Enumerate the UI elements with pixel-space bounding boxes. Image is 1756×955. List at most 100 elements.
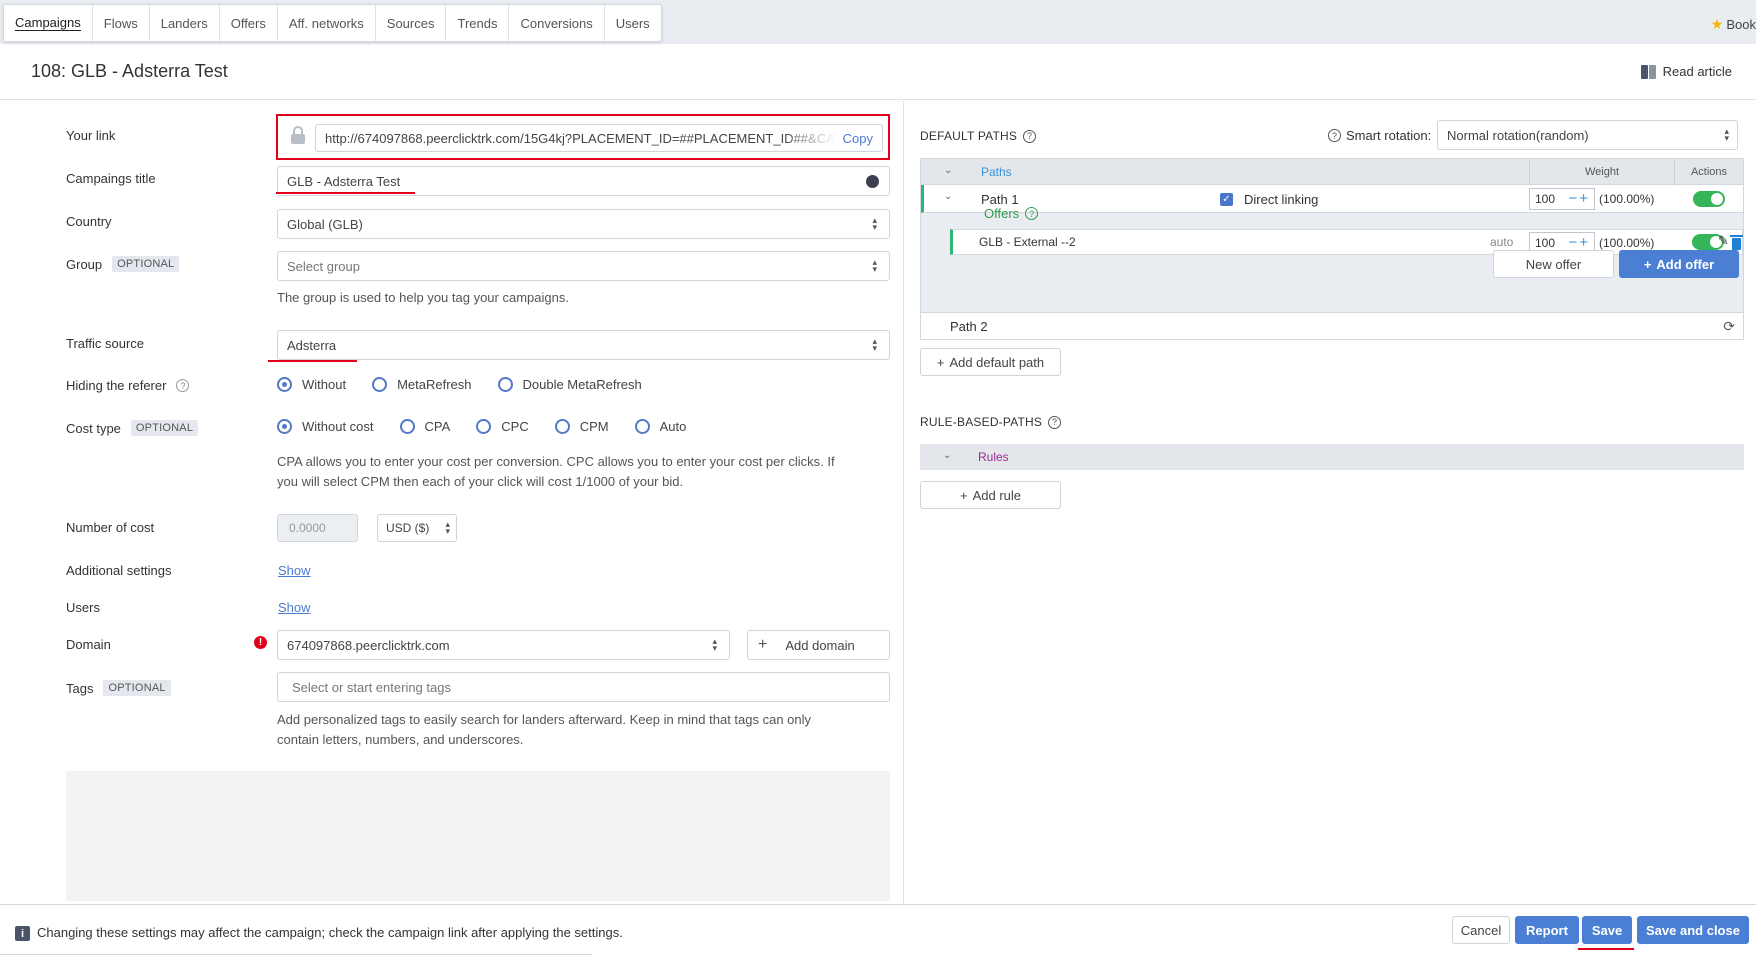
- traffic-source-label: Traffic source: [66, 336, 145, 351]
- plus-icon: +: [758, 636, 768, 653]
- path-active-toggle[interactable]: [1693, 191, 1725, 207]
- tab-campaigns[interactable]: Campaigns: [4, 5, 93, 41]
- tags-hint: Add personalized tags to easily search f…: [277, 712, 812, 747]
- optional-badge: OPTIONAL: [112, 256, 180, 272]
- lock-icon[interactable]: [291, 126, 305, 144]
- radio-without-cost[interactable]: Without cost: [277, 419, 374, 434]
- path-row[interactable]: ⌄ Path 1 ✓ Direct linking 100 −+ (100.00…: [921, 185, 1743, 213]
- chevron-down-icon[interactable]: ⌄: [943, 450, 951, 461]
- referer-radio-group: Without MetaRefresh Double MetaRefresh: [277, 377, 668, 392]
- red-underline: [276, 192, 415, 194]
- refresh-icon[interactable]: ⟳: [1723, 318, 1735, 335]
- tab-sources[interactable]: Sources: [376, 5, 447, 41]
- tab-conversions[interactable]: Conversions: [509, 5, 605, 41]
- weight-stepper-icon[interactable]: −+: [1568, 234, 1590, 251]
- currency-select[interactable]: USD ($) ▴ ▾: [377, 514, 457, 542]
- chevron-down-icon[interactable]: ⌄: [944, 191, 952, 202]
- radio-double-metarefresh[interactable]: Double MetaRefresh: [497, 377, 642, 392]
- add-domain-button[interactable]: + Add domain: [747, 630, 890, 660]
- tab-landers[interactable]: Landers: [150, 5, 220, 41]
- tags-input[interactable]: Select or start entering tags: [277, 672, 890, 702]
- group-select[interactable]: Select group ▴ ▾: [277, 251, 890, 281]
- domain-label: Domain: [66, 637, 111, 652]
- save-button[interactable]: Save: [1582, 916, 1632, 944]
- domain-select[interactable]: 674097868.peerclicktrk.com ▴ ▾: [277, 630, 730, 660]
- top-nav: Campaigns Flows Landers Offers Aff. netw…: [0, 0, 1756, 44]
- help-icon[interactable]: ?: [1328, 129, 1341, 142]
- copy-link-button[interactable]: Copy: [843, 131, 873, 146]
- cost-type-radio-group: Without cost CPA CPC CPM Auto: [277, 419, 712, 434]
- radio-auto[interactable]: Auto: [634, 419, 686, 434]
- hiding-referer-label: Hiding the referer ?: [66, 378, 190, 393]
- users-show-link[interactable]: Show: [278, 600, 311, 615]
- tab-trends[interactable]: Trends: [446, 5, 510, 41]
- radio-cpc[interactable]: CPC: [476, 419, 529, 434]
- help-icon[interactable]: ?: [1023, 129, 1037, 143]
- radio-circle: [372, 377, 388, 392]
- smart-rotation-select[interactable]: Normal rotation(random) ▴ ▾: [1437, 120, 1738, 150]
- radio-circle: [277, 377, 292, 392]
- path-weight-input[interactable]: 100 −+: [1529, 188, 1595, 210]
- bookmark-link[interactable]: ★ Book: [1711, 16, 1756, 33]
- radio-circle: [634, 419, 650, 434]
- tab-users[interactable]: Users: [605, 5, 661, 41]
- cost-type-hint: CPA allows you to enter your cost per co…: [277, 454, 835, 489]
- radio-metarefresh[interactable]: MetaRefresh: [372, 377, 472, 392]
- tab-offers[interactable]: Offers: [220, 5, 278, 41]
- direct-linking-checkbox[interactable]: ✓: [1220, 193, 1233, 206]
- footer-bar: i Changing these settings may affect the…: [0, 904, 1756, 955]
- group-hint: The group is used to help you tag your c…: [277, 290, 569, 305]
- radio-cpa[interactable]: CPA: [399, 419, 450, 434]
- report-button[interactable]: Report: [1515, 916, 1579, 944]
- add-offer-button[interactable]: + Add offer: [1619, 250, 1739, 278]
- offers-label: Offers ?: [984, 206, 1039, 221]
- color-dot-icon[interactable]: [866, 175, 879, 188]
- trash-icon[interactable]: [1730, 235, 1743, 250]
- country-select[interactable]: Global (GLB) ▴ ▾: [277, 209, 890, 239]
- save-and-close-button[interactable]: Save and close: [1637, 916, 1749, 944]
- help-icon[interactable]: ?: [1025, 207, 1039, 220]
- alert-icon: !: [254, 636, 267, 649]
- pencil-icon[interactable]: ✎: [1718, 233, 1729, 249]
- campaign-title-label: Campaings title: [66, 171, 156, 186]
- add-rule-button[interactable]: + Add rule: [920, 481, 1061, 509]
- select-arrows-icon: ▴ ▾: [445, 519, 450, 536]
- main-tabs: Campaigns Flows Landers Offers Aff. netw…: [3, 4, 662, 42]
- tags-label: Tags OPTIONAL: [66, 680, 171, 696]
- default-paths-title: DEFAULT PATHS ?: [920, 129, 1037, 143]
- add-default-path-button[interactable]: + Add default path: [920, 348, 1061, 376]
- star-icon: ★: [1710, 16, 1724, 32]
- new-offer-button[interactable]: New offer: [1493, 250, 1614, 278]
- users-label: Users: [66, 600, 100, 615]
- default-paths-table: ⌄ Paths Weight Actions ⌄ Path 1 ✓ Direct…: [920, 158, 1744, 313]
- smart-rotation-label: ? Smart rotation:: [1328, 128, 1431, 143]
- select-arrows-icon: ▴ ▾: [872, 336, 877, 353]
- actions-column-header: Actions: [1690, 166, 1728, 178]
- help-icon[interactable]: ?: [1048, 415, 1062, 429]
- tab-flows[interactable]: Flows: [93, 5, 150, 41]
- help-icon[interactable]: ?: [176, 379, 190, 392]
- radio-without[interactable]: Without: [277, 377, 346, 392]
- chevron-down-icon[interactable]: ⌄: [944, 165, 952, 176]
- path-row[interactable]: Path 2 ⟳: [920, 313, 1744, 340]
- rules-table-header: ⌄ Rules: [920, 444, 1744, 470]
- optional-badge: OPTIONAL: [130, 420, 199, 436]
- read-article-link[interactable]: Read article: [1640, 64, 1732, 79]
- campaign-link-field[interactable]: http://674097868.peerclicktrk.com/15G4kj…: [315, 124, 883, 152]
- radio-circle: [277, 419, 292, 434]
- radio-cpm[interactable]: CPM: [554, 419, 609, 434]
- weight-stepper-icon[interactable]: −+: [1568, 190, 1590, 207]
- plus-icon: +: [959, 487, 968, 503]
- your-link-box: http://674097868.peerclicktrk.com/15G4kj…: [276, 114, 890, 160]
- rule-based-paths-title: RULE-BASED-PATHS ?: [920, 415, 1062, 429]
- tab-aff-networks[interactable]: Aff. networks: [278, 5, 376, 41]
- radio-circle: [497, 377, 513, 392]
- footer-warning: Changing these settings may affect the c…: [37, 925, 623, 940]
- plus-icon: +: [1643, 256, 1652, 272]
- number-of-cost-input[interactable]: 0.0000: [277, 514, 358, 542]
- cancel-button[interactable]: Cancel: [1452, 916, 1510, 944]
- traffic-source-select[interactable]: Adsterra ▴ ▾: [277, 330, 890, 360]
- group-label: Group OPTIONAL: [66, 256, 180, 272]
- additional-settings-show-link[interactable]: Show: [278, 563, 311, 578]
- additional-settings-label: Additional settings: [66, 563, 172, 578]
